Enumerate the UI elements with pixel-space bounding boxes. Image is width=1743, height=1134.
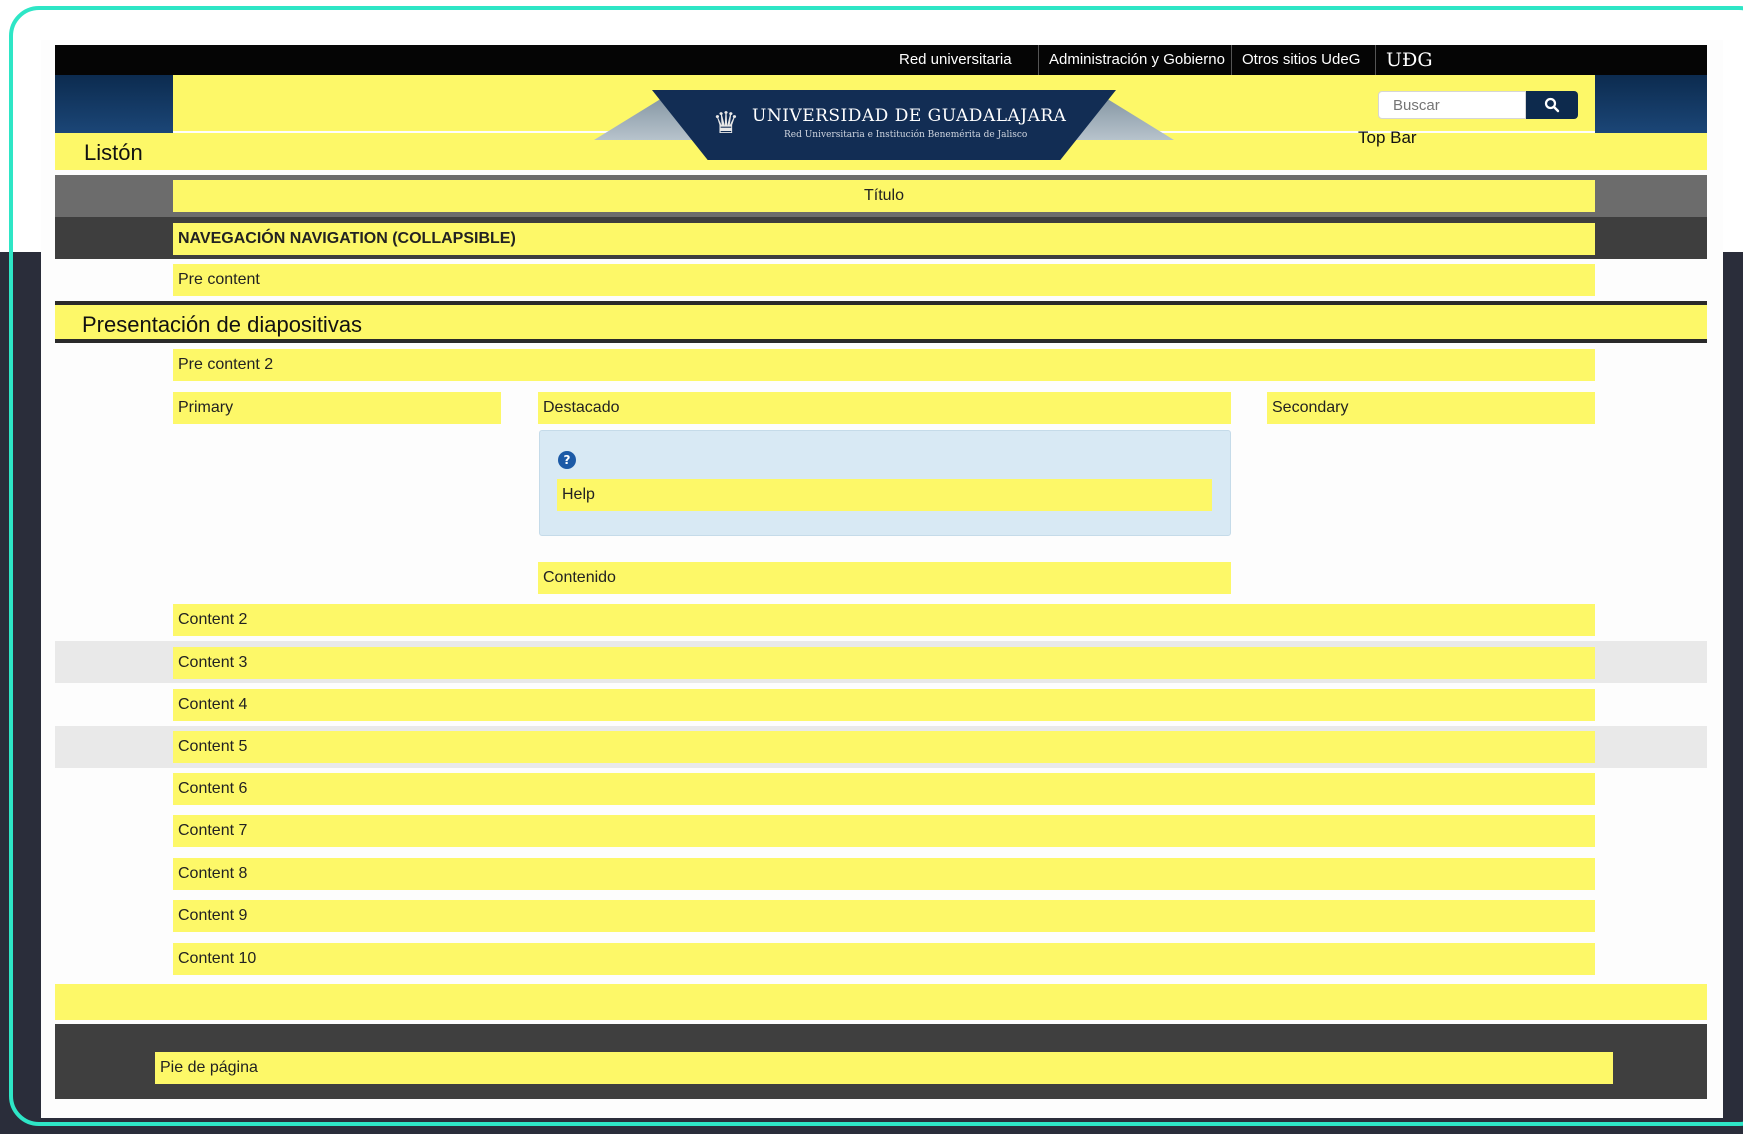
slideshow-label: Presentación de diapositivas bbox=[82, 312, 363, 337]
content-2-region: Content 2 bbox=[173, 604, 1595, 636]
header-blue-right bbox=[1595, 75, 1707, 133]
content-10-region: Content 10 bbox=[173, 943, 1595, 975]
help-region: Help bbox=[557, 479, 1212, 511]
footer-top-region bbox=[55, 984, 1707, 1020]
liston-label: Listón bbox=[84, 140, 143, 165]
pre-content-region: Pre content bbox=[173, 264, 1595, 296]
search-button[interactable] bbox=[1526, 91, 1578, 119]
content-9-region: Content 9 bbox=[173, 900, 1595, 932]
link-otros-sitios[interactable]: Otros sitios UdeG bbox=[1231, 45, 1370, 75]
primary-region: Primary bbox=[173, 392, 501, 424]
destacado-region: Destacado bbox=[538, 392, 1231, 424]
navigation-region[interactable]: NAVEGACIÓN NAVIGATION (COLLAPSIBLE) bbox=[173, 223, 1595, 255]
secondary-region: Secondary bbox=[1267, 392, 1595, 424]
content-5-region: Content 5 bbox=[173, 731, 1595, 763]
logo-subtitle: Red Universitaria e Institución Beneméri… bbox=[784, 130, 1028, 140]
link-administracion-gobierno[interactable]: Administración y Gobierno bbox=[1038, 45, 1235, 75]
content-7-region: Content 7 bbox=[173, 815, 1595, 847]
logo-title: UNIVERSIDAD DE GUADALAJARA bbox=[752, 106, 1067, 126]
search-input[interactable] bbox=[1378, 91, 1526, 119]
udg-brand-link[interactable]: UÐG bbox=[1375, 45, 1443, 75]
titulo-region: Título bbox=[173, 180, 1595, 212]
content-3-region: Content 3 bbox=[173, 647, 1595, 679]
help-icon[interactable]: ? bbox=[558, 451, 576, 469]
header-blue-left bbox=[55, 75, 173, 133]
content-4-region: Content 4 bbox=[173, 689, 1595, 721]
footer-region: Pie de página bbox=[155, 1052, 1613, 1084]
pre-content-2-region: Pre content 2 bbox=[173, 349, 1595, 381]
top-links-bar: Red universitaria Administración y Gobie… bbox=[55, 45, 1707, 75]
link-red-universitaria[interactable]: Red universitaria bbox=[889, 45, 1022, 75]
content-6-region: Content 6 bbox=[173, 773, 1595, 805]
search-icon bbox=[1544, 97, 1560, 113]
crest-icon: ♛ bbox=[712, 106, 740, 141]
top-bar-label: Top Bar bbox=[1358, 128, 1417, 147]
contenido-region: Contenido bbox=[538, 562, 1231, 594]
content-8-region: Content 8 bbox=[173, 858, 1595, 890]
slideshow-bottom-rule bbox=[55, 339, 1707, 343]
